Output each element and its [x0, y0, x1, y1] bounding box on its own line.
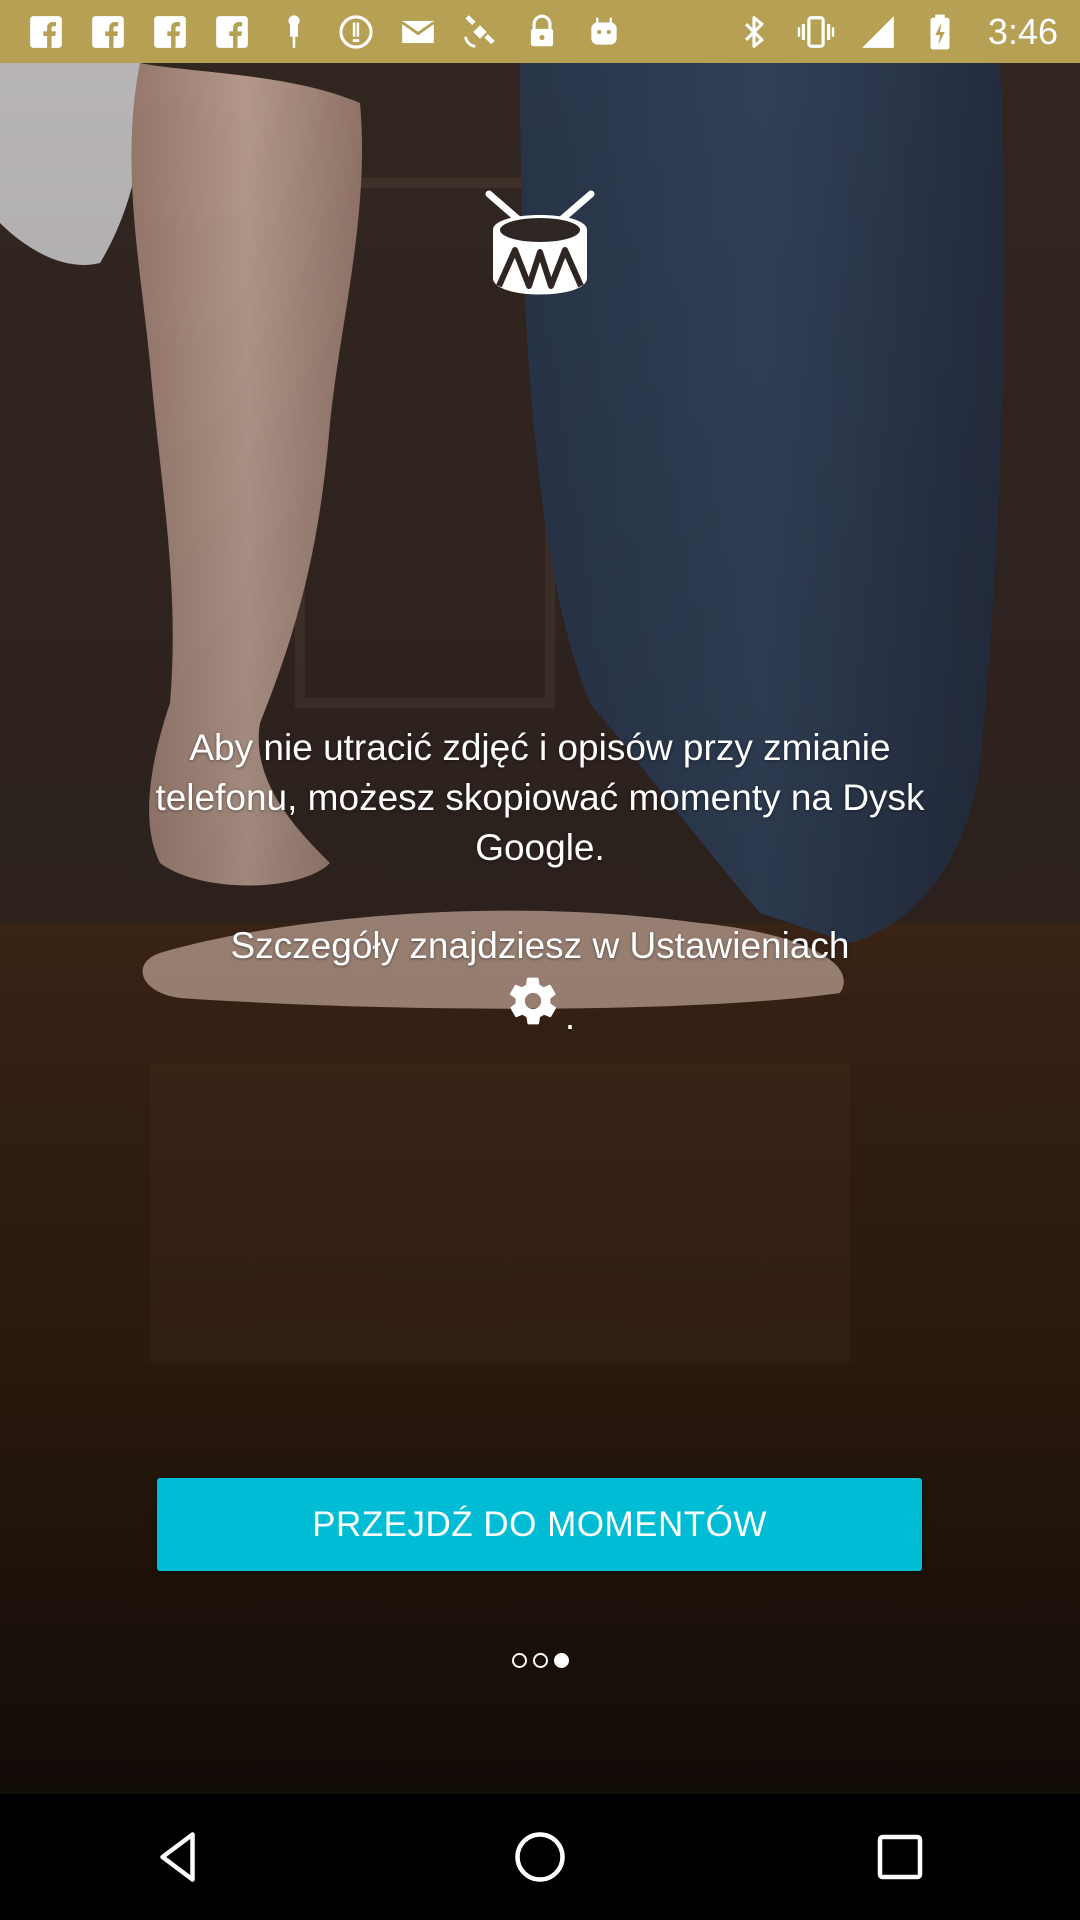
facebook-icon: [212, 12, 252, 52]
battery-icon: [920, 12, 960, 52]
facebook-icon: [150, 12, 190, 52]
home-button[interactable]: [480, 1807, 600, 1907]
page-dot-3-active: [553, 1652, 569, 1668]
mail-icon: [398, 12, 438, 52]
recents-icon: [877, 1834, 923, 1880]
status-notification-icons: [26, 12, 624, 52]
home-icon: [515, 1832, 565, 1882]
drum-icon: [485, 190, 595, 300]
facebook-icon: [26, 12, 66, 52]
message-paragraph-settings: Szczegóły znajdziesz w Ustawieniach: [230, 925, 850, 966]
page-indicator: [500, 1650, 580, 1670]
navigation-bar: [0, 1794, 1080, 1920]
status-clock: 3:46: [987, 10, 1058, 52]
back-icon: [160, 1832, 195, 1882]
lock-icon: [522, 12, 562, 52]
status-bar: 3:46: [0, 0, 1080, 63]
satellite-icon: [460, 12, 500, 52]
page-dot-2: [532, 1652, 548, 1668]
page-dot-1: [511, 1652, 527, 1668]
android-icon: [584, 12, 624, 52]
go-to-moments-button[interactable]: PRZEJDŹ DO MOMENTÓW: [157, 1478, 922, 1571]
pin-icon: [274, 12, 314, 52]
back-button[interactable]: [120, 1807, 240, 1907]
settings-reference: .: [505, 973, 575, 1042]
alert-icon: [336, 12, 376, 52]
recents-button[interactable]: [840, 1807, 960, 1907]
bluetooth-icon: [734, 12, 774, 52]
vibrate-icon: [796, 12, 836, 52]
status-system-icons: 3:46: [734, 11, 1058, 53]
message-paragraph-backup: Aby nie utracić zdjęć i opisów przy zmia…: [155, 727, 925, 868]
onboarding-message: Aby nie utracić zdjęć i opisów przy zmia…: [140, 723, 940, 1042]
facebook-icon: [88, 12, 128, 52]
signal-icon: [858, 12, 898, 52]
message-suffix: .: [564, 996, 576, 1037]
gear-icon: [505, 973, 561, 1042]
